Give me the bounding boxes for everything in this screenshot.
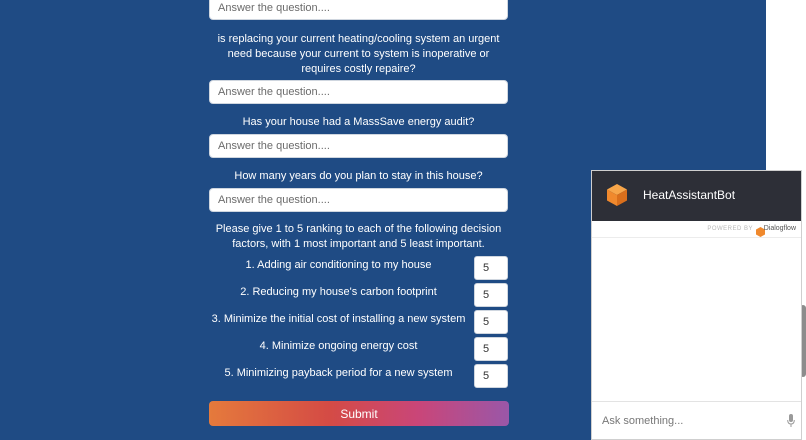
factor-label: 4. Minimize ongoing energy cost: [259, 340, 418, 352]
chat-message-input[interactable]: [592, 402, 792, 440]
chat-title: HeatAssistantBot: [643, 188, 736, 202]
chat-widget: HeatAssistantBot POWERED BY Dialogflow: [591, 170, 802, 440]
question-energy-audit: Has your house had a MassSave energy aud…: [242, 116, 475, 128]
factor-label: 3. Minimize the initial cost of installi…: [211, 313, 466, 325]
question-years-in-house: How many years do you plan to stay in th…: [234, 170, 483, 182]
question-urgent-need: is replacing your current heating/coolin…: [217, 33, 500, 75]
answer-input-years-in-house[interactable]: [209, 188, 508, 212]
powered-by-bar: POWERED BY Dialogflow: [592, 221, 801, 238]
factor-rank-input[interactable]: [474, 364, 508, 388]
chat-header[interactable]: HeatAssistantBot: [592, 171, 801, 221]
factor-rank-input[interactable]: [474, 337, 508, 361]
answer-input-energy-audit[interactable]: [209, 134, 508, 158]
factor-rank-input[interactable]: [474, 283, 508, 307]
cube-icon: [606, 183, 628, 212]
chat-input-area: [592, 401, 801, 440]
factor-rank-input[interactable]: [474, 256, 508, 280]
factor-label: 5. Minimizing payback period for a new s…: [224, 367, 453, 379]
microphone-icon[interactable]: [787, 414, 795, 432]
factor-label: 1. Adding air conditioning to my house: [245, 259, 432, 271]
ranking-instructions: Please give 1 to 5 ranking to each of th…: [215, 223, 502, 250]
answer-input-previous[interactable]: [209, 0, 508, 20]
factor-label: 2. Reducing my house's carbon footprint: [240, 286, 437, 298]
submit-button[interactable]: Submit: [209, 401, 509, 426]
dialogflow-label: Dialogflow: [763, 225, 796, 232]
factor-rank-input[interactable]: [474, 310, 508, 334]
answer-input-urgent-need[interactable]: [209, 80, 508, 104]
powered-by-label: POWERED BY: [707, 226, 753, 232]
